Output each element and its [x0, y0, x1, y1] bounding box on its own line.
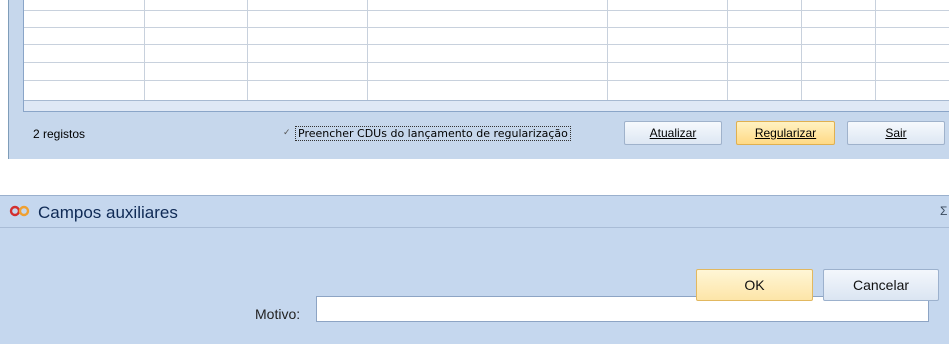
grid-column-line — [367, 0, 368, 100]
regularizar-button[interactable]: Regularizar — [736, 121, 835, 145]
grid-column-line — [607, 0, 608, 100]
grid-column-line — [727, 0, 728, 100]
grid-window: 2 registos ✓ Preencher CDUs do lançament… — [8, 0, 949, 159]
ok-button-label: OK — [744, 277, 765, 293]
sair-button-label: Sair — [885, 126, 907, 140]
cancel-button[interactable]: Cancelar — [823, 269, 939, 301]
checkmark-icon[interactable]: ✓ — [283, 129, 292, 138]
data-grid[interactable] — [23, 0, 949, 112]
dialog-title-bar[interactable]: Campos auxiliares Σ — [0, 196, 949, 228]
sair-button[interactable]: Sair — [847, 121, 945, 145]
fill-cdu-checkbox[interactable]: ✓ Preencher CDUs do lançamento de regula… — [283, 126, 571, 141]
grid-row-line — [24, 27, 949, 28]
sigma-icon[interactable]: Σ — [940, 204, 947, 218]
records-count: 2 registos — [33, 127, 86, 141]
grid-column-line — [875, 0, 876, 100]
regularizar-button-label: Regularizar — [754, 126, 817, 140]
atualizar-button[interactable]: Atualizar — [624, 121, 722, 145]
atualizar-button-label: Atualizar — [649, 126, 697, 140]
dialog-title: Campos auxiliares — [38, 203, 178, 222]
motivo-label: Motivo: — [255, 306, 301, 322]
grid-body[interactable] — [24, 0, 949, 101]
ok-button[interactable]: OK — [696, 269, 813, 301]
infinity-logo-icon — [9, 205, 30, 217]
grid-row-line — [24, 44, 949, 45]
cancel-button-label: Cancelar — [852, 277, 910, 293]
fill-cdu-checkbox-label[interactable]: Preencher CDUs do lançamento de regulari… — [295, 126, 571, 141]
grid-column-line — [144, 0, 145, 100]
grid-row-line — [24, 10, 949, 11]
grid-column-line — [801, 0, 802, 100]
grid-row-line — [24, 80, 949, 81]
grid-row-line — [24, 62, 949, 63]
grid-column-line — [247, 0, 248, 100]
